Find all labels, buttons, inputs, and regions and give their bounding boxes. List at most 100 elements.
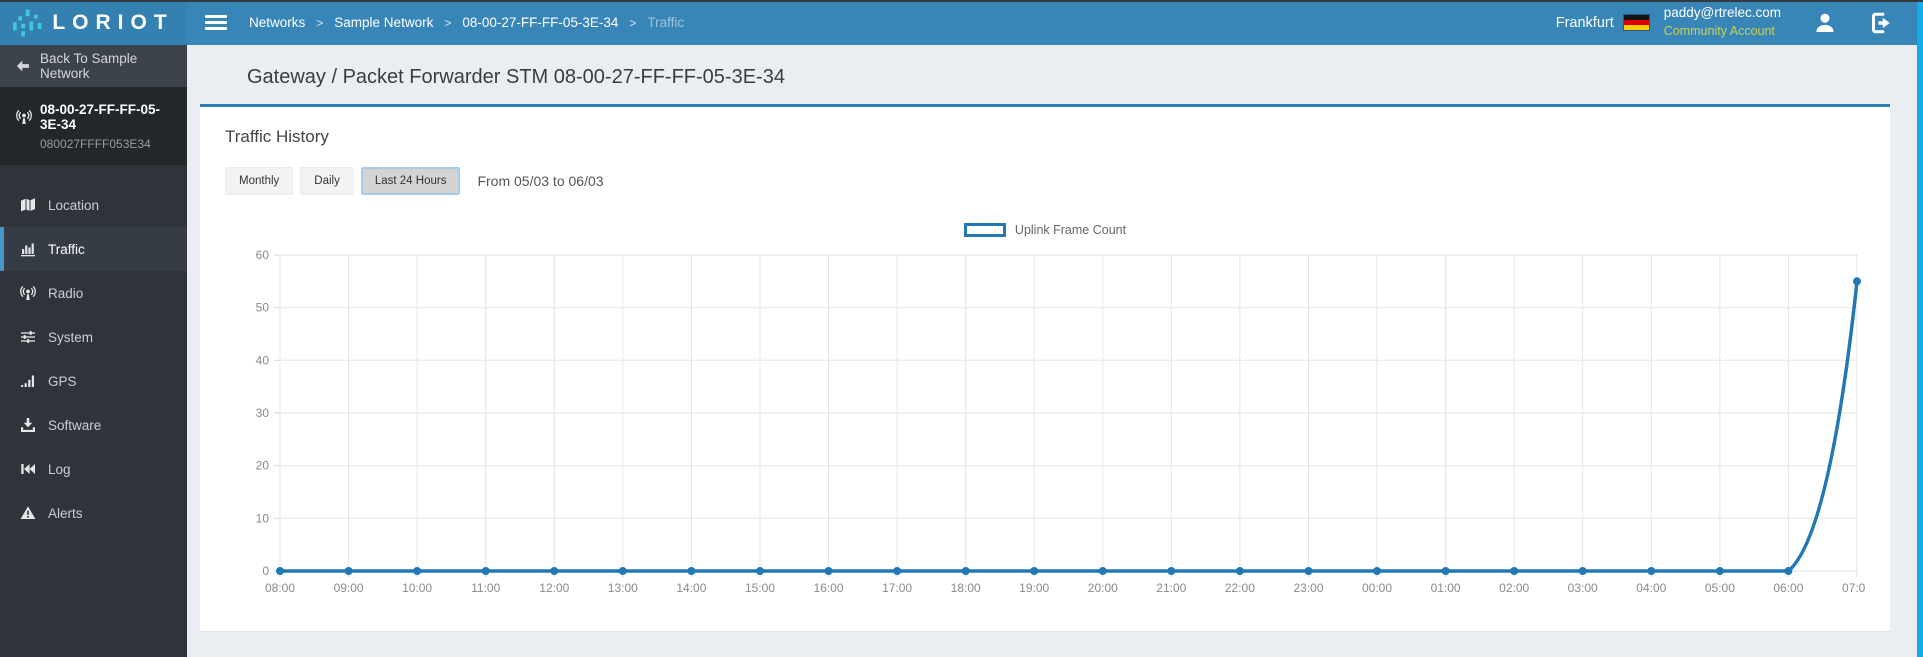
scrollbar[interactable] — [1917, 2, 1923, 657]
sliders-icon — [21, 331, 35, 343]
chart-gridlines — [279, 254, 1858, 572]
range-button-monthly[interactable]: Monthly — [225, 167, 294, 195]
server-name[interactable]: Frankfurt — [1556, 15, 1614, 31]
sidebar-item-label: Log — [48, 461, 71, 477]
chart-legend[interactable]: Uplink Frame Count — [225, 223, 1865, 237]
breadcrumb-item-sample-network[interactable]: Sample Network — [334, 15, 433, 30]
svg-text:10:00: 10:00 — [402, 581, 432, 595]
user-email[interactable]: paddy@rtrelec.com — [1664, 5, 1781, 22]
sidebar-item-system[interactable]: System — [0, 315, 187, 359]
range-button-group: Monthly Daily Last 24 Hours — [225, 167, 467, 195]
svg-text:30: 30 — [256, 406, 270, 420]
axis-ticks — [274, 254, 1858, 577]
svg-text:17:00: 17:00 — [882, 581, 912, 595]
svg-text:19:00: 19:00 — [1019, 581, 1049, 595]
breadcrumb-separator: > — [444, 15, 452, 30]
broadcast-icon — [20, 285, 36, 300]
svg-text:10: 10 — [256, 511, 270, 525]
header-right: Frankfurt paddy@rtrelec.com Community Ac… — [1556, 5, 1923, 40]
map-icon — [21, 198, 35, 212]
svg-text:03:00: 03:00 — [1568, 581, 1598, 595]
menu-icon[interactable] — [205, 12, 227, 33]
account-type[interactable]: Community Account — [1664, 24, 1781, 40]
download-icon — [21, 418, 35, 432]
breadcrumb-separator: > — [629, 15, 637, 30]
uplink-frame-count-chart: 0 10 20 30 40 50 60 08:00 09:00 10:00 11:00 12:00 13… — [225, 241, 1865, 603]
back-arrow-icon — [16, 60, 29, 72]
svg-text:50: 50 — [256, 301, 270, 315]
sidebar: Back To Sample Network 08-00-27-FF-FF-05… — [0, 45, 187, 657]
svg-text:15:00: 15:00 — [745, 581, 775, 595]
sidebar-item-alerts[interactable]: Alerts — [0, 491, 187, 535]
svg-text:18:00: 18:00 — [951, 581, 981, 595]
svg-text:0: 0 — [262, 564, 269, 578]
bar-chart-icon — [21, 243, 35, 257]
user-icon[interactable] — [1813, 11, 1837, 35]
top-edge-line — [0, 0, 1923, 2]
sidebar-item-software[interactable]: Software — [0, 403, 187, 447]
svg-text:60: 60 — [256, 248, 270, 262]
logo-text: LORIOT — [52, 10, 174, 34]
header: LORIOT Networks > Sample Network >08-00-27-… — [0, 0, 1923, 45]
range-controls: Monthly Daily Last 24 Hours From 05/03 to … — [225, 167, 1865, 195]
back-button[interactable]: Back To Sample Network — [0, 45, 187, 87]
sidebar-item-label: Radio — [48, 285, 84, 301]
sidebar-item-log[interactable]: Log — [0, 447, 187, 491]
gateway-info[interactable]: 08-00-27-FF-FF-05-3E-34 080027FFFF053E34 — [0, 87, 187, 165]
svg-text:09:00: 09:00 — [334, 581, 364, 595]
app-root: LORIOT Networks > Sample Network >08-00-27-… — [0, 0, 1923, 657]
axis-tick-labels: 0 10 20 30 40 50 60 08:00 09:00 10:00 11:00 12:00 13… — [256, 248, 1865, 595]
logout-icon[interactable] — [1869, 11, 1893, 35]
page-title: Gateway / Packet Forwarder STM 08-00-27-… — [247, 66, 785, 88]
sidebar-item-label: Alerts — [48, 505, 83, 521]
back-button-label: Back To Sample Network — [40, 51, 138, 81]
germany-flag-icon — [1622, 14, 1650, 31]
svg-text:06:00: 06:00 — [1773, 581, 1803, 595]
range-button-daily[interactable]: Daily — [300, 167, 354, 195]
legend-label: Uplink Frame Count — [1014, 223, 1127, 237]
svg-text:16:00: 16:00 — [813, 581, 843, 595]
rewind-icon — [21, 464, 35, 474]
range-button-last-24-hours[interactable]: Last 24 Hours — [360, 167, 461, 195]
gateway-id: 08-00-27-FF-FF-05-3E-34 — [40, 102, 161, 132]
panel-title: Traffic History — [225, 127, 329, 146]
breadcrumb-item-traffic: Traffic — [647, 15, 685, 30]
sidebar-item-label: Traffic — [48, 241, 85, 257]
svg-text:02:00: 02:00 — [1499, 581, 1529, 595]
svg-text:14:00: 14:00 — [676, 581, 706, 595]
sidebar-item-location[interactable]: Location — [0, 183, 187, 227]
main-content: Gateway / Packet Forwarder STM 08-00-27-… — [187, 45, 1923, 657]
data-points[interactable] — [276, 277, 1861, 575]
svg-text:11:00: 11:00 — [471, 581, 500, 595]
account-info: paddy@rtrelec.com Community Account — [1664, 5, 1781, 40]
sidebar-item-gps[interactable]: GPS — [0, 359, 187, 403]
svg-text:13:00: 13:00 — [608, 581, 638, 595]
sidebar-item-label: System — [48, 329, 94, 345]
gateway-antenna-icon — [16, 109, 32, 124]
svg-text:20:00: 20:00 — [1088, 581, 1118, 595]
loriot-logo[interactable]: LORIOT — [0, 0, 187, 45]
sidebar-menu: Location Traffic Radio System GPS Software Log… — [0, 183, 187, 535]
svg-text:04:00: 04:00 — [1636, 581, 1666, 595]
svg-text:20: 20 — [256, 459, 270, 473]
sidebar-item-traffic[interactable]: Traffic — [0, 227, 187, 271]
svg-text:07:00: 07:00 — [1842, 581, 1865, 595]
legend-swatch — [963, 223, 1006, 237]
svg-text:01:00: 01:00 — [1431, 581, 1461, 595]
breadcrumb-item-08-00-27-ff-ff-05-3e-34[interactable]: 08-00-27-FF-FF-05-3E-34 — [462, 15, 618, 30]
svg-text:23:00: 23:00 — [1293, 581, 1323, 595]
uplink-frame-count-line — [280, 281, 1859, 573]
breadcrumb-separator: > — [316, 15, 324, 30]
breadcrumb-item-networks[interactable]: Networks — [249, 15, 305, 30]
sidebar-item-radio[interactable]: Radio — [0, 271, 187, 315]
warning-icon — [20, 506, 36, 519]
svg-text:00:00: 00:00 — [1362, 581, 1392, 595]
loriot-logo-icon — [13, 9, 42, 36]
date-range-text: From 05/03 to 06/03 — [477, 173, 604, 189]
breadcrumb: Networks > Sample Network >08-00-27-FF-FF-0… — [249, 15, 684, 30]
svg-text:40: 40 — [256, 353, 270, 367]
svg-text:22:00: 22:00 — [1225, 581, 1255, 595]
sidebar-item-label: Location — [48, 197, 100, 213]
signal-bars-icon — [21, 375, 34, 387]
gateway-eui: 080027FFFF053E34 — [40, 137, 151, 151]
